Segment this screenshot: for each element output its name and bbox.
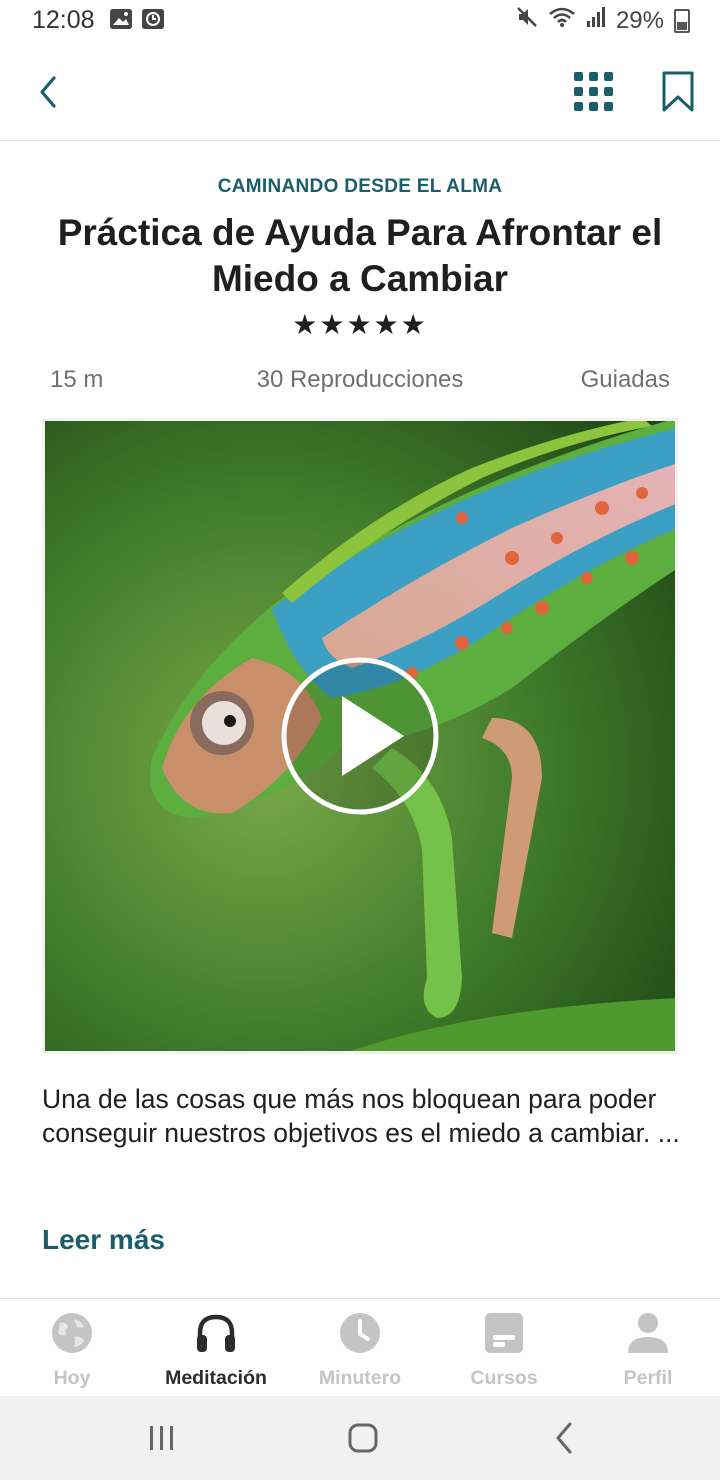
play-button[interactable] [280,656,440,816]
description-text: Una de las cosas que más nos bloquean pa… [42,1084,680,1148]
tab-label: Meditación [165,1367,267,1389]
wifi-icon [548,6,576,35]
battery-percent: 29% [615,6,664,34]
mute-icon [516,6,538,35]
top-navigation-bar [0,44,720,141]
gallery-notification-icon [110,9,132,29]
home-button[interactable] [342,1420,382,1456]
tab-meditacion[interactable]: Meditación [144,1299,288,1397]
clock-notification-icon [142,9,164,29]
tab-hoy[interactable]: Hoy [0,1299,144,1397]
tab-label: Hoy [53,1367,91,1389]
tab-minutero[interactable]: Minutero [288,1299,432,1397]
home-icon [348,1423,378,1453]
clock-icon [340,1313,380,1353]
bottom-tab-bar: Hoy Meditación Minutero Cursos Perfil [0,1298,720,1397]
status-time: 12:08 [32,6,95,34]
meditation-title: Práctica de Ayuda Para Afrontar el Miedo… [57,212,663,299]
tab-cursos[interactable]: Cursos [432,1299,576,1397]
tab-label: Cursos [470,1367,538,1389]
rating-stars: ★★★★★ [292,309,428,340]
recent-apps-button[interactable] [142,1420,182,1456]
status-bar: 12:08 29% [0,0,720,44]
bookmark-button[interactable] [660,70,696,114]
tab-label: Minutero [318,1367,402,1389]
back-arrow-icon [556,1422,572,1454]
grid-menu-button[interactable] [572,70,616,114]
tab-perfil[interactable]: Perfil [576,1299,720,1397]
play-count: 30 Reproducciones [256,366,464,393]
battery-icon [674,8,690,33]
read-more-link[interactable]: Leer más [42,1224,165,1256]
bookmark-icon [662,71,694,112]
globe-icon [52,1313,92,1353]
person-icon [628,1313,668,1353]
system-back-button[interactable] [544,1420,584,1456]
meditation-type: Guiadas [580,366,670,393]
card-icon [485,1313,523,1353]
play-icon [281,657,439,815]
headphones-icon [197,1314,235,1352]
recent-apps-icon [150,1426,173,1450]
series-name: CAMINANDO DESDE EL ALMA [217,176,503,197]
system-navigation-bar [0,1396,720,1480]
meta-row: 15 m 30 Reproducciones Guiadas [50,366,670,398]
signal-icon [586,6,606,35]
back-button[interactable] [30,72,70,112]
tab-label: Perfil [623,1367,673,1389]
meditation-cover-image[interactable] [42,418,678,1054]
chevron-left-icon [40,76,56,108]
grid-icon [574,72,613,111]
